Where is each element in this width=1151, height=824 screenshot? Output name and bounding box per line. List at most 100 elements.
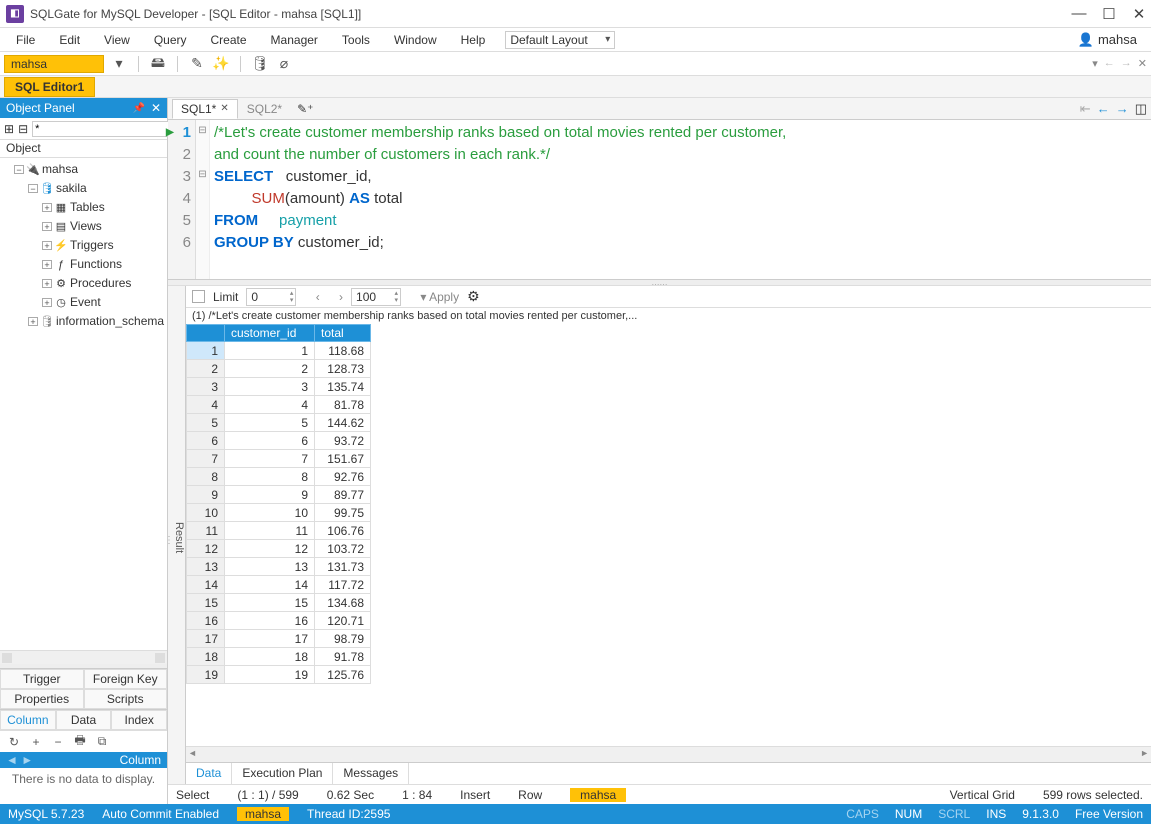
menu-view[interactable]: View: [92, 30, 142, 50]
prop-popup-icon[interactable]: ⧉: [94, 734, 110, 749]
prop-print-icon[interactable]: 🖶: [72, 731, 88, 752]
close-tab-icon[interactable]: ✕: [220, 103, 228, 114]
table-row[interactable]: 1616120.71: [187, 612, 371, 630]
tree-triggers[interactable]: Triggers: [70, 238, 114, 252]
maximize-button[interactable]: ☐: [1103, 8, 1115, 20]
connect-icon[interactable]: 🖴: [149, 55, 167, 73]
database-icon[interactable]: 🛢: [251, 55, 269, 73]
vsplit-handle[interactable]: ⋮: [164, 535, 174, 546]
btn-index[interactable]: Index: [111, 710, 167, 730]
tree-procedures[interactable]: Procedures: [70, 276, 131, 290]
table-row[interactable]: 4481.78: [187, 396, 371, 414]
editor-tab-1[interactable]: SQL Editor1: [4, 77, 95, 97]
table-row[interactable]: 33135.74: [187, 378, 371, 396]
table-row[interactable]: 8892.76: [187, 468, 371, 486]
table-row[interactable]: 1111106.76: [187, 522, 371, 540]
close-button[interactable]: ✕: [1133, 8, 1145, 20]
collapse-all-icon[interactable]: ⊟: [18, 122, 28, 136]
table-row[interactable]: 171798.79: [187, 630, 371, 648]
toggle-layout-icon[interactable]: ◫: [1135, 101, 1147, 117]
table-row[interactable]: 9989.77: [187, 486, 371, 504]
layout-select[interactable]: Default Layout: [505, 31, 615, 49]
panel-close-icon[interactable]: ✕: [151, 101, 161, 115]
database-combo[interactable]: mahsa: [4, 55, 104, 73]
menu-create[interactable]: Create: [199, 30, 259, 50]
table-row[interactable]: 55144.62: [187, 414, 371, 432]
nav-prev-icon[interactable]: ←: [1097, 101, 1110, 116]
limit-checkbox[interactable]: [192, 290, 205, 303]
new-tab-icon[interactable]: ✎⁺: [297, 102, 313, 116]
code-editor[interactable]: 123456 ⊟ ⊟ /*Let's create customer membe…: [168, 120, 1151, 280]
sql-tab-2[interactable]: SQL2*: [238, 99, 291, 119]
menu-tools[interactable]: Tools: [330, 30, 382, 50]
prop-remove-icon[interactable]: −: [50, 735, 66, 749]
code-text[interactable]: /*Let's create customer membership ranks…: [210, 120, 1151, 279]
cylinder-icon[interactable]: ⌀: [275, 55, 293, 73]
fold-gutter[interactable]: ⊟ ⊟: [196, 120, 210, 279]
user-indicator[interactable]: 👤 mahsa: [1078, 32, 1147, 48]
table-row[interactable]: 22128.73: [187, 360, 371, 378]
table-row[interactable]: 1515134.68: [187, 594, 371, 612]
gear-icon[interactable]: ⚙: [467, 288, 480, 305]
result-tab-plan[interactable]: Execution Plan: [232, 763, 333, 784]
page-next-icon[interactable]: ›: [339, 290, 343, 304]
result-tab-data[interactable]: Data: [186, 763, 232, 784]
menu-file[interactable]: File: [4, 30, 47, 50]
grid-hscrollbar[interactable]: [186, 746, 1151, 762]
page-input[interactable]: 100: [351, 288, 401, 306]
dock-close-icon[interactable]: ✕: [1138, 57, 1147, 70]
btn-data[interactable]: Data: [56, 710, 112, 730]
table-row[interactable]: 1919125.76: [187, 666, 371, 684]
sql-tab-1[interactable]: SQL1* ✕: [172, 99, 238, 119]
table-row[interactable]: 77151.67: [187, 450, 371, 468]
tree-root[interactable]: mahsa: [42, 162, 78, 176]
table-row[interactable]: 1414117.72: [187, 576, 371, 594]
btn-column[interactable]: Column: [0, 710, 56, 730]
result-tab-messages[interactable]: Messages: [333, 763, 409, 784]
prop-add-icon[interactable]: +: [28, 735, 44, 749]
menu-query[interactable]: Query: [142, 30, 199, 50]
tree-event[interactable]: Event: [70, 295, 101, 309]
tree-tables[interactable]: Tables: [70, 200, 105, 214]
table-row[interactable]: 1212103.72: [187, 540, 371, 558]
dropdown-icon[interactable]: ▾: [110, 55, 128, 73]
menu-edit[interactable]: Edit: [47, 30, 92, 50]
rownum-header[interactable]: [187, 325, 225, 342]
expand-all-icon[interactable]: ⊞: [4, 122, 14, 136]
table-row[interactable]: 181891.78: [187, 648, 371, 666]
object-tree[interactable]: −🔌mahsa −🛢sakila +▦Tables +▤Views +⚡Trig…: [0, 158, 167, 650]
nav-home-icon[interactable]: ⇤: [1080, 101, 1091, 117]
page-prev-icon[interactable]: ‹: [316, 290, 320, 304]
brush-icon[interactable]: ✎: [188, 55, 206, 73]
result-grid[interactable]: customer_id total 11118.6822128.7333135.…: [186, 324, 1151, 746]
tree-views[interactable]: Views: [70, 219, 102, 233]
tree-functions[interactable]: Functions: [70, 257, 122, 271]
btn-properties[interactable]: Properties: [0, 689, 84, 709]
menu-help[interactable]: Help: [449, 30, 498, 50]
minimize-button[interactable]: —: [1073, 8, 1085, 20]
tree-db-information-schema[interactable]: information_schema: [56, 314, 164, 328]
table-row[interactable]: 1313131.73: [187, 558, 371, 576]
col-total[interactable]: total: [315, 325, 371, 342]
filter-input[interactable]: [32, 121, 180, 137]
table-row[interactable]: 101099.75: [187, 504, 371, 522]
apply-button[interactable]: ▾ Apply: [420, 290, 459, 304]
menu-window[interactable]: Window: [382, 30, 449, 50]
nav-next-icon[interactable]: →: [1116, 101, 1129, 116]
menu-manager[interactable]: Manager: [259, 30, 330, 50]
limit-input[interactable]: 0: [246, 288, 296, 306]
btn-scripts[interactable]: Scripts: [84, 689, 168, 709]
btn-trigger[interactable]: Trigger: [0, 669, 84, 689]
pin-icon[interactable]: 📌: [132, 103, 144, 114]
table-row[interactable]: 11118.68: [187, 342, 371, 360]
btn-foreign-key[interactable]: Foreign Key: [84, 669, 168, 689]
wand-icon[interactable]: ✨: [212, 55, 230, 73]
dock-dropdown-icon[interactable]: ▾: [1092, 57, 1098, 70]
prop-refresh-icon[interactable]: ↻: [6, 735, 22, 749]
dock-prev-icon[interactable]: ←: [1104, 57, 1115, 70]
table-row[interactable]: 6693.72: [187, 432, 371, 450]
tree-db-sakila[interactable]: sakila: [56, 181, 87, 195]
tree-hscrollbar[interactable]: [0, 650, 167, 664]
col-customer-id[interactable]: customer_id: [225, 325, 315, 342]
dock-next-icon[interactable]: →: [1121, 57, 1132, 70]
